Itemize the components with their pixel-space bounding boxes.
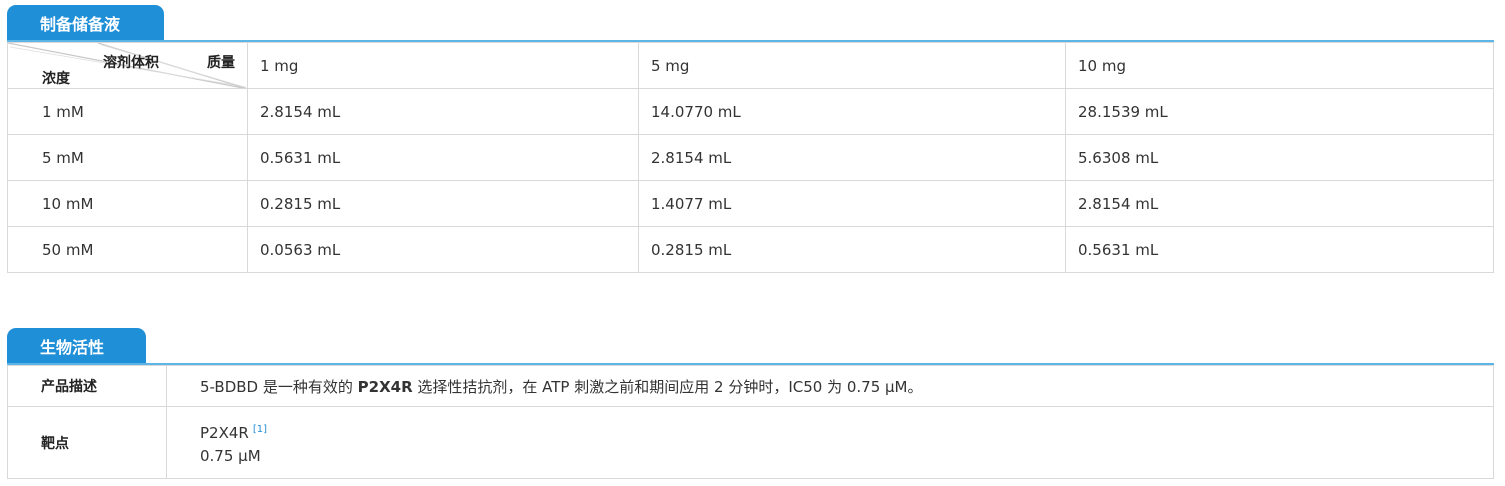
stock-solution-table: 溶剂体积 质量 浓度 1 mg 5 mg 10 mg 1 mM 2.8154 m…	[7, 42, 1494, 273]
volume-cell: 5.6308 mL	[1065, 134, 1494, 181]
section-tab-stock-solution: 制备储备液	[7, 5, 164, 40]
volume-cell: 0.2815 mL	[247, 180, 639, 227]
table-header-row: 溶剂体积 质量 浓度 1 mg 5 mg 10 mg	[7, 42, 1494, 89]
diagonal-header-cell: 溶剂体积 质量 浓度	[7, 42, 248, 89]
volume-cell: 0.0563 mL	[247, 226, 639, 273]
reference-link[interactable]: [1]	[253, 424, 267, 435]
volume-cell: 2.8154 mL	[638, 134, 1066, 181]
volume-cell: 0.5631 mL	[247, 134, 639, 181]
concentration-cell: 5 mM	[7, 134, 248, 181]
table-row: 1 mM 2.8154 mL 14.0770 mL 28.1539 mL	[7, 88, 1494, 135]
description-suffix: 选择性拮抗剂，在 ATP 刺激之前和期间应用 2 分钟时，IC50 为 0.75…	[412, 377, 923, 396]
header-mass-1mg: 1 mg	[247, 42, 639, 89]
table-row: 50 mM 0.0563 mL 0.2815 mL 0.5631 mL	[7, 226, 1494, 273]
volume-cell: 1.4077 mL	[638, 180, 1066, 227]
concentration-cell: 50 mM	[7, 226, 248, 273]
volume-cell: 2.8154 mL	[247, 88, 639, 135]
header-label-mass: 质量	[207, 55, 235, 71]
header-label-volume: 溶剂体积	[103, 55, 159, 71]
table-row: 5 mM 0.5631 mL 2.8154 mL 5.6308 mL	[7, 134, 1494, 181]
volume-cell: 0.2815 mL	[638, 226, 1066, 273]
header-label-concentration: 浓度	[42, 71, 70, 87]
biological-activity-table: 产品描述 5-BDBD 是一种有效的 P2X4R 选择性拮抗剂，在 ATP 刺激…	[7, 365, 1494, 479]
header-mass-5mg: 5 mg	[638, 42, 1066, 89]
description-value: 5-BDBD 是一种有效的 P2X4R 选择性拮抗剂，在 ATP 刺激之前和期间…	[166, 365, 1494, 407]
volume-cell: 14.0770 mL	[638, 88, 1066, 135]
description-label: 产品描述	[7, 365, 167, 407]
target-name: P2X4R	[200, 423, 249, 442]
concentration-cell: 10 mM	[7, 180, 248, 227]
table-row: 10 mM 0.2815 mL 1.4077 mL 2.8154 mL	[7, 180, 1494, 227]
table-row: 靶点 P2X4R [1] 0.75 μM	[7, 406, 1494, 479]
target-label: 靶点	[7, 406, 167, 479]
target-name-line: P2X4R [1]	[200, 418, 1493, 445]
volume-cell: 2.8154 mL	[1065, 180, 1494, 227]
volume-cell: 28.1539 mL	[1065, 88, 1494, 135]
header-mass-10mg: 10 mg	[1065, 42, 1494, 89]
biological-activity-section: 生物活性 产品描述 5-BDBD 是一种有效的 P2X4R 选择性拮抗剂，在 A…	[7, 328, 1494, 479]
description-target-bold: P2X4R	[357, 377, 413, 396]
stock-solution-section: 制备储备液 溶剂体积 质量 浓度 1 mg 5 mg 10 mg 1 mM 2.…	[7, 5, 1494, 273]
target-value-cell: P2X4R [1] 0.75 μM	[166, 406, 1494, 479]
volume-cell: 0.5631 mL	[1065, 226, 1494, 273]
concentration-cell: 1 mM	[7, 88, 248, 135]
target-ic50: 0.75 μM	[200, 446, 261, 465]
table-row: 产品描述 5-BDBD 是一种有效的 P2X4R 选择性拮抗剂，在 ATP 刺激…	[7, 365, 1494, 407]
description-prefix: 5-BDBD 是一种有效的	[200, 377, 358, 396]
section-tab-biological-activity: 生物活性	[7, 328, 146, 363]
